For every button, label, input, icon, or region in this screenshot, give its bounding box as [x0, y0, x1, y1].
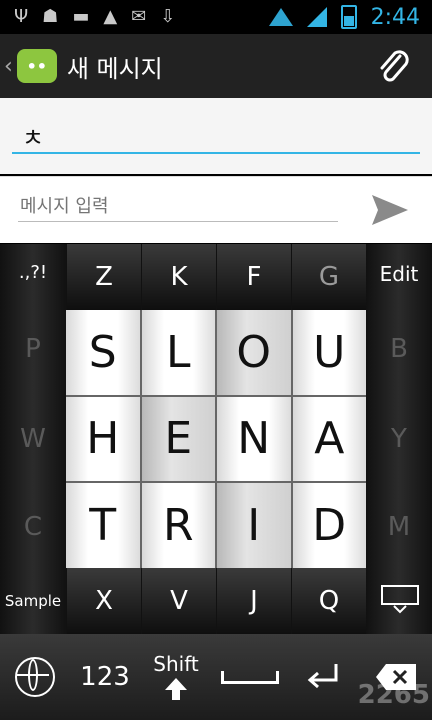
letter-key[interactable]: E [141, 396, 215, 482]
letter-key[interactable]: I [217, 483, 291, 568]
letter-key[interactable]: K [141, 244, 216, 310]
letter-key[interactable]: L [141, 310, 215, 395]
letter-key[interactable]: U [292, 310, 366, 395]
enter-key[interactable] [288, 634, 360, 720]
shift-key[interactable]: Shift [140, 634, 212, 720]
recipient-input-value[interactable]: ㅊ [22, 118, 44, 153]
space-icon [221, 670, 279, 684]
recipient-focus-underline [12, 152, 420, 154]
keyboard-bottom-row: X V J Q [66, 568, 366, 634]
status-bar: Ψ ☗ ▬ ▲ ✉ ⇩ 2:44 [0, 0, 432, 34]
action-bar: ‹ •• 새 메시지 [0, 34, 432, 98]
watermark: 2265 [357, 680, 430, 710]
side-key-right[interactable]: B [366, 334, 432, 364]
letter-key[interactable]: A [292, 396, 366, 482]
space-key[interactable] [212, 634, 288, 720]
shift-label: Shift [153, 652, 199, 676]
attach-icon[interactable] [376, 46, 410, 86]
numbers-key[interactable]: 123 [70, 634, 140, 720]
notification-icons: Ψ ☗ ▬ ▲ ✉ ⇩ [0, 8, 175, 26]
letter-key[interactable]: F [216, 244, 291, 310]
side-key-right[interactable]: M [366, 512, 432, 542]
letter-key[interactable]: Z [66, 244, 141, 310]
letter-key[interactable]: N [217, 396, 291, 482]
letter-key[interactable]: V [141, 568, 216, 634]
letter-key[interactable]: O [217, 310, 291, 395]
keyboard-top-row: Z K F G [66, 244, 366, 310]
letter-key[interactable]: J [216, 568, 291, 634]
side-key-left[interactable]: W [0, 424, 66, 454]
usb-icon: Ψ [14, 6, 29, 27]
letter-key[interactable]: Q [291, 568, 366, 634]
letter-key[interactable]: R [141, 483, 215, 568]
side-key-left[interactable]: C [0, 512, 66, 542]
clock: 2:44 [370, 4, 420, 30]
shift-arrow-icon [165, 678, 187, 700]
enter-icon [307, 664, 338, 689]
sample-key[interactable]: Sample [0, 592, 66, 610]
send-icon[interactable] [370, 193, 410, 227]
back-caret-icon[interactable]: ‹ [4, 54, 13, 79]
hide-keyboard-icon[interactable] [380, 584, 420, 614]
language-key[interactable] [0, 634, 70, 720]
letter-key[interactable]: H [66, 396, 140, 482]
edit-key[interactable]: Edit [366, 262, 432, 286]
wifi-icon [268, 8, 293, 26]
letter-key[interactable]: T [66, 483, 140, 568]
globe-icon [15, 657, 55, 697]
messaging-app-icon[interactable]: •• [16, 49, 57, 83]
punctuation-key[interactable]: .,?! [0, 262, 66, 283]
warning-icon: ▲ [103, 6, 118, 27]
letter-key[interactable]: S [66, 310, 140, 395]
side-key-left[interactable]: P [0, 334, 66, 364]
keyboard: .,?! Edit P W C B Y M Z K F G S L O U H … [0, 244, 432, 720]
gmail-icon: ✉ [131, 6, 147, 27]
side-key-right[interactable]: Y [366, 424, 432, 454]
letter-key[interactable]: G [291, 244, 366, 310]
letter-grid: S L O U H E N A T R I D [66, 310, 366, 568]
letter-key[interactable]: D [292, 483, 366, 568]
sd-card-icon: ▬ [72, 6, 90, 27]
page-title: 새 메시지 [66, 54, 163, 83]
android-icon: ☗ [42, 6, 59, 27]
message-input[interactable] [18, 191, 338, 222]
download-icon: ⇩ [160, 6, 176, 27]
battery-icon [340, 5, 357, 29]
signal-icon [306, 7, 327, 27]
compose-row [0, 176, 432, 243]
recipient-field[interactable]: ㅊ [0, 98, 432, 174]
letter-key[interactable]: X [66, 568, 141, 634]
